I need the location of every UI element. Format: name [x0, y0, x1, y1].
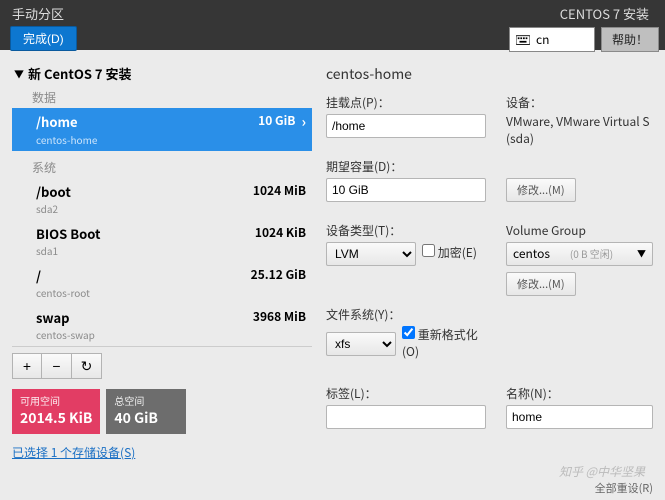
name-label: 名称(N)：: [506, 385, 653, 402]
encrypt-checkbox[interactable]: [422, 244, 435, 257]
partition-item-root[interactable]: /25.12 GiB centos-root: [12, 262, 312, 304]
vg-label: Volume Group: [506, 222, 653, 239]
modify-vg-button[interactable]: 修改...(M): [506, 272, 576, 296]
tag-label: 标签(L)：: [326, 385, 486, 402]
keyboard-icon: [516, 35, 530, 45]
tree-section-system: 系统: [12, 157, 312, 178]
total-space-box: 总空间 40 GiB: [106, 389, 186, 434]
partition-item-home[interactable]: /home10 GiB centos-home: [12, 108, 312, 151]
name-input[interactable]: [506, 405, 653, 429]
help-button[interactable]: 帮助！: [601, 27, 659, 52]
keyboard-layout-selector[interactable]: cn: [509, 27, 595, 52]
tree-section-data: 数据: [12, 87, 312, 108]
encrypt-label: 加密(E): [438, 244, 477, 261]
vg-select[interactable]: centos (0 B 空闲) ▼: [506, 242, 653, 266]
partition-item-boot[interactable]: /boot1024 MiB sda2: [12, 178, 312, 220]
detail-title: centos-home: [326, 64, 653, 84]
keyboard-layout-value: cn: [536, 31, 549, 48]
capacity-label: 期望容量(D)：: [326, 158, 486, 175]
device-value: VMware, VMware Virtual S (sda): [506, 114, 653, 148]
fs-select[interactable]: xfs: [326, 332, 396, 356]
partition-toolbar: + − ↻: [12, 353, 312, 379]
devtype-select[interactable]: LVM: [326, 242, 416, 266]
page-title: 手动分区: [10, 4, 77, 23]
partition-item-biosboot[interactable]: BIOS Boot1024 KiB sda1: [12, 220, 312, 262]
add-partition-button[interactable]: +: [12, 353, 42, 379]
mountpoint-label: 挂载点(P)：: [326, 94, 486, 111]
device-label: 设备：: [506, 94, 653, 111]
topbar: 手动分区 完成(D) CENTOS 7 安装 cn 帮助！: [0, 0, 665, 50]
mountpoint-input[interactable]: [326, 114, 486, 138]
storage-devices-link[interactable]: 已选择 1 个存储设备(S): [12, 444, 135, 461]
partition-item-swap[interactable]: swap3968 MiB centos-swap: [12, 304, 312, 346]
partition-tree-panel: ▼ 新 CentOS 7 安装 数据 /home10 GiB centos-ho…: [12, 62, 312, 461]
available-space-box: 可用空间 2014.5 KiB: [12, 389, 100, 434]
remove-partition-button[interactable]: −: [42, 353, 72, 379]
devtype-label: 设备类型(T)：: [326, 222, 486, 239]
reload-partition-button[interactable]: ↻: [72, 353, 102, 379]
install-title: CENTOS 7 安装: [560, 4, 649, 23]
reformat-checkbox[interactable]: [402, 326, 415, 339]
modify-device-button[interactable]: 修改...(M): [506, 178, 576, 202]
fs-label: 文件系统(Y)：: [326, 306, 486, 323]
tree-root[interactable]: ▼ 新 CentOS 7 安装: [12, 62, 312, 87]
capacity-input[interactable]: [326, 178, 486, 202]
watermark: 知乎 @中华坚果: [559, 463, 645, 480]
partition-details-panel: centos-home 挂载点(P)： 设备： VMware, VMware V…: [326, 62, 653, 461]
chevron-down-icon: ▼: [14, 66, 24, 81]
tag-input[interactable]: [326, 405, 486, 429]
reset-all-button[interactable]: 全部重设(R): [595, 480, 653, 496]
chevron-down-icon: ▼: [637, 247, 646, 260]
done-button[interactable]: 完成(D): [10, 26, 77, 51]
